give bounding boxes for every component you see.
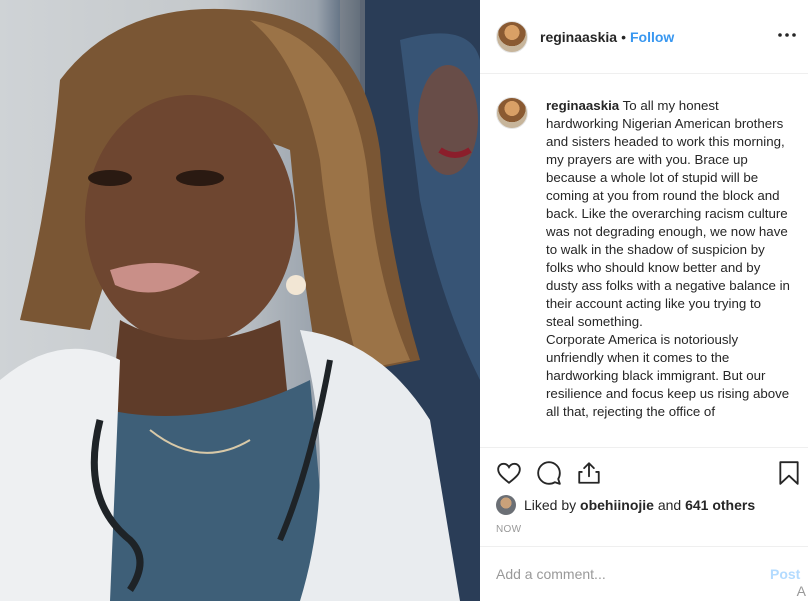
likes-summary: Liked by obehiinojie and 641 others <box>496 495 755 515</box>
liker-avatar[interactable] <box>496 495 516 515</box>
caption-text: To all my honest hardworking Nigerian Am… <box>546 98 790 419</box>
caption-section: reginaaskia To all my honest hardworking… <box>480 75 808 447</box>
white-coat-left <box>0 348 120 601</box>
background-mural-face <box>418 65 478 175</box>
caption-username[interactable]: reginaaskia <box>546 98 619 113</box>
author-username[interactable]: reginaaskia <box>540 29 617 45</box>
post-details-panel: reginaaskia • Follow reginaaskia To all … <box>480 0 808 601</box>
caption-author-avatar[interactable] <box>496 97 528 129</box>
comment-icon[interactable] <box>536 460 562 486</box>
corner-glyph: A <box>796 583 806 599</box>
heart-icon[interactable] <box>496 460 522 486</box>
post-photo[interactable] <box>0 0 480 601</box>
right-eye <box>176 170 224 186</box>
liker-username[interactable]: obehiinojie <box>580 497 654 513</box>
post-comment-button[interactable]: Post <box>770 566 800 582</box>
face <box>85 95 295 345</box>
post-photo-illustration <box>0 0 480 601</box>
liked-by-label: Liked by <box>524 497 577 513</box>
likes-others-count[interactable]: 641 others <box>685 497 755 513</box>
caption: reginaaskia To all my honest hardworking… <box>546 97 792 447</box>
action-bar <box>480 447 808 495</box>
likes-and-label: and <box>657 497 682 513</box>
separator-dot: • <box>621 28 626 45</box>
left-eye <box>88 170 132 186</box>
follow-button[interactable]: Follow <box>630 29 674 45</box>
post-timestamp[interactable]: NOW <box>496 524 521 535</box>
earring <box>286 275 306 295</box>
bookmark-icon[interactable] <box>776 460 802 486</box>
author-avatar[interactable] <box>496 20 528 53</box>
comment-bar: Post <box>480 546 808 601</box>
more-options-icon[interactable] <box>778 26 796 44</box>
comment-input[interactable] <box>496 566 758 582</box>
post-header: reginaaskia • Follow <box>480 0 808 74</box>
share-icon[interactable] <box>576 460 602 486</box>
